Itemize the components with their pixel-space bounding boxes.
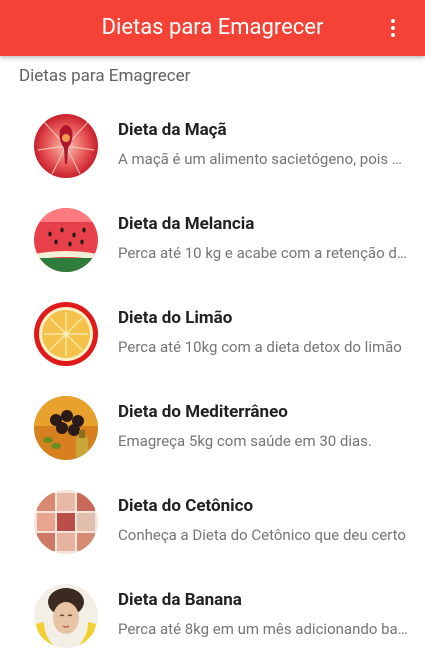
diet-subtitle: Emagreça 5kg com saúde em 30 dias. [118, 432, 372, 450]
diet-list: Dieta da Maçã A maçã é um alimento sacie… [0, 100, 425, 664]
watermelon-image [34, 208, 98, 272]
diet-title: Dieta da Banana [118, 590, 242, 610]
list-item-dieta-maca[interactable]: Dieta da Maçã A maçã é um alimento sacie… [0, 100, 425, 194]
banana-woman-image [34, 584, 98, 648]
diet-subtitle: A maçã é um alimento sacietógeno, pois e… [118, 150, 408, 168]
diet-title: Dieta da Maçã [118, 120, 227, 140]
list-item-dieta-melancia[interactable]: Dieta da Melancia Perca até 10 kg e acab… [0, 194, 425, 288]
lemon-image [34, 302, 98, 366]
list-item-dieta-limao[interactable]: Dieta do Limão Perca até 10kg com a diet… [0, 288, 425, 382]
diet-subtitle: Perca até 10kg com a dieta detox do limã… [118, 338, 402, 356]
overflow-menu-icon[interactable] [383, 14, 403, 42]
apple-slice-image [34, 114, 98, 178]
list-item-dieta-mediterraneo[interactable]: Dieta do Mediterrâneo Emagreça 5kg com s… [0, 382, 425, 476]
diet-title: Dieta do Mediterrâneo [118, 402, 288, 422]
diet-title: Dieta da Melancia [118, 214, 255, 234]
list-item-dieta-cetonico[interactable]: Dieta do Cetônico Conheça a Dieta do Cet… [0, 476, 425, 570]
mediterranean-food-image [34, 396, 98, 460]
diet-subtitle: Perca até 10 kg e acabe com a retenção d… [118, 244, 408, 262]
list-item-dieta-banana[interactable]: Dieta da Banana Perca até 8kg em um mês … [0, 570, 425, 664]
ketogenic-food-grid-image [34, 490, 98, 554]
app-bar: Dietas para Emagrecer [0, 0, 425, 56]
diet-subtitle: Perca até 8kg em um mês adicionando bana… [118, 620, 408, 638]
diet-title: Dieta do Limão [118, 308, 233, 328]
section-header: Dietas para Emagrecer [19, 66, 191, 86]
diet-subtitle: Conheça a Dieta do Cetônico que deu cert… [118, 526, 406, 544]
diet-title: Dieta do Cetônico [118, 496, 254, 516]
app-title: Dietas para Emagrecer [101, 15, 324, 40]
